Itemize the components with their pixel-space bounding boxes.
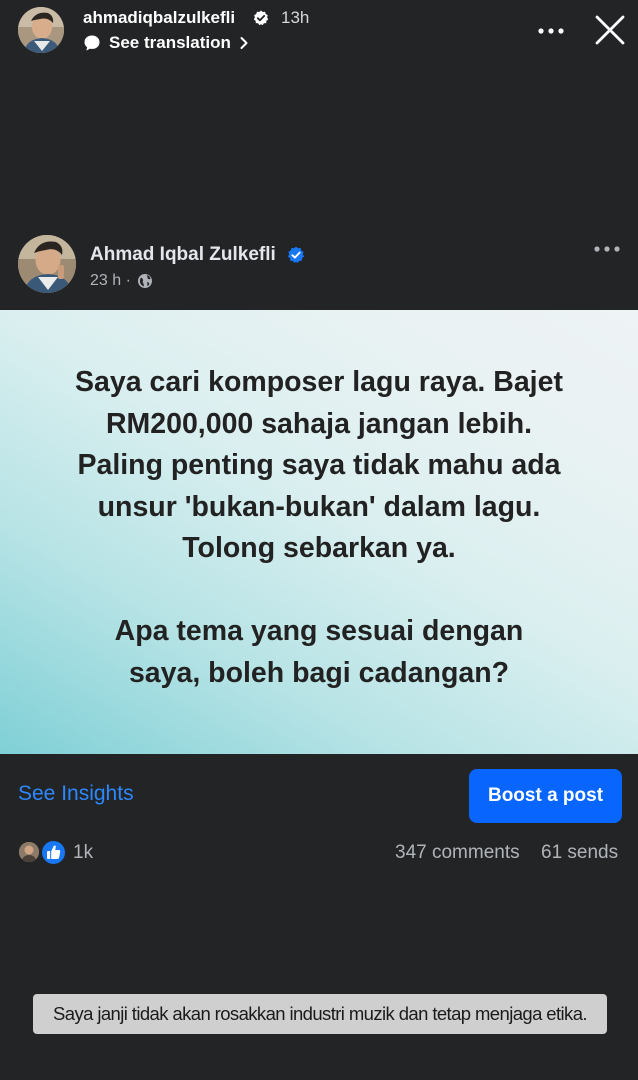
post-author-avatar[interactable] xyxy=(18,235,76,293)
post-text-line: Apa tema yang sesuai dengan xyxy=(114,615,524,647)
avatar-image xyxy=(18,235,76,293)
chevron-right-icon xyxy=(240,37,248,49)
see-translation-button[interactable]: See translation xyxy=(83,32,249,54)
post-text-line: Tolong sebarkan ya. xyxy=(182,532,456,564)
story-caption: Saya janji tidak akan rosakkan industri … xyxy=(33,994,607,1034)
reactor-avatar xyxy=(17,840,41,864)
close-icon[interactable] xyxy=(594,14,626,46)
like-icon xyxy=(40,839,67,866)
post-text-line: Saya cari komposer lagu raya. Bajet xyxy=(75,366,563,398)
post-author-name[interactable]: Ahmad Iqbal Zulkefli xyxy=(90,244,276,266)
story-timestamp: 13h xyxy=(281,8,310,27)
post-text-line: Paling penting saya tidak mahu ada xyxy=(77,449,561,481)
post-timestamp: 23 h · xyxy=(90,272,131,289)
avatar-image xyxy=(18,7,64,53)
post-more-options-icon[interactable] xyxy=(594,246,620,252)
boost-post-button[interactable]: Boost a post xyxy=(469,769,622,823)
post-meta: 23 h · xyxy=(90,272,153,290)
comments-count[interactable]: 347 comments xyxy=(395,842,520,864)
story-avatar[interactable] xyxy=(18,7,64,53)
post-text-line: unsur 'bukan-bukan' dalam lagu. xyxy=(97,490,541,523)
story-header: ahmadiqbalzulkefli 13h See translation xyxy=(0,0,638,70)
story-username[interactable]: ahmadiqbalzulkefli xyxy=(83,8,235,28)
sends-count[interactable]: 61 sends xyxy=(541,842,618,864)
more-options-icon[interactable] xyxy=(538,28,564,34)
story-screen: ahmadiqbalzulkefli 13h See translation A… xyxy=(0,0,638,1080)
post-image-text: Saya cari komposer lagu raya. Bajet RM20… xyxy=(20,362,618,694)
verified-badge-icon xyxy=(287,246,305,263)
translate-icon xyxy=(84,35,100,51)
globe-icon xyxy=(137,274,152,288)
verified-badge-icon xyxy=(253,10,269,26)
see-translation-label: See translation xyxy=(109,33,231,52)
post-text-line: RM200,000 sahaja jangan lebih. xyxy=(105,407,533,440)
post-text-line: saya, boleh bagi cadangan? xyxy=(128,656,510,689)
post-text-gap xyxy=(20,570,618,612)
avatar-image xyxy=(19,842,39,862)
reaction-count[interactable]: 1k xyxy=(73,842,93,864)
see-insights-link[interactable]: See Insights xyxy=(18,782,134,806)
